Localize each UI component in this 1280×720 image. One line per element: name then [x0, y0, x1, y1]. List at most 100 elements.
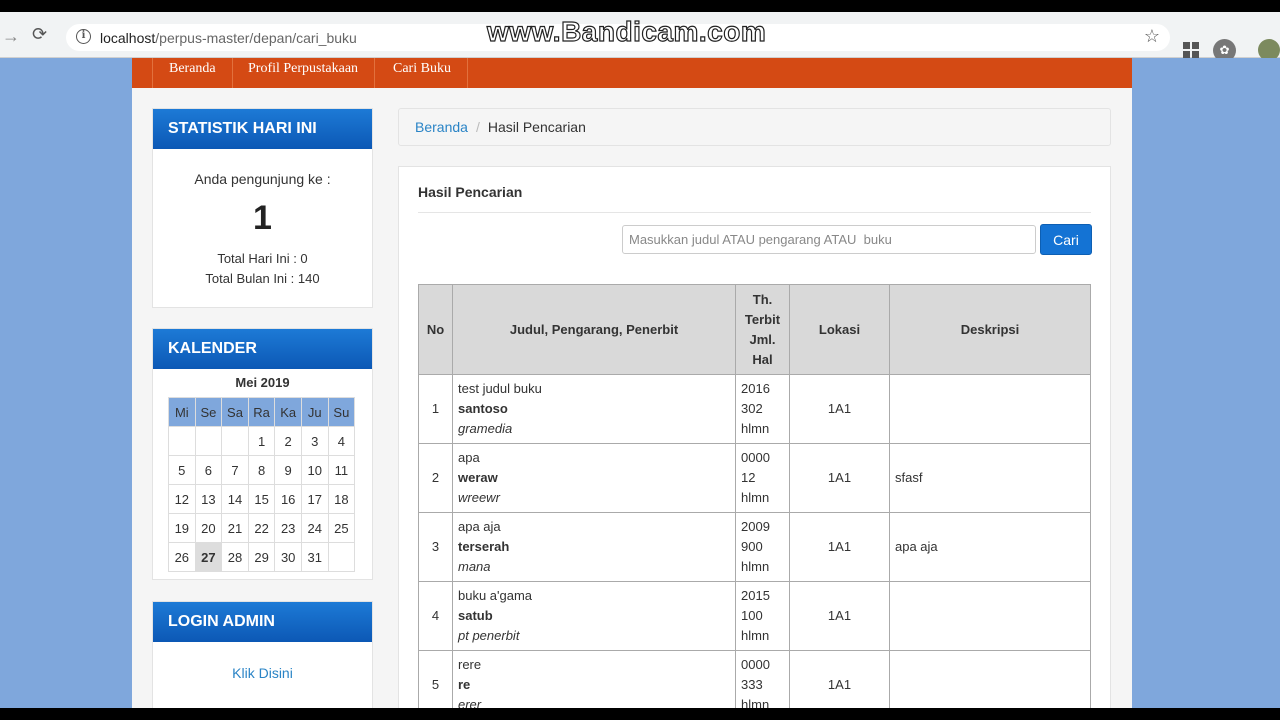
- cell-deskripsi: [889, 581, 1091, 651]
- cell-terbit: 2009 900 hlmn: [735, 512, 790, 582]
- cell-judul: apa aja terserah mana: [452, 512, 736, 582]
- search-input[interactable]: [622, 225, 1036, 254]
- breadcrumb-current: Hasil Pencarian: [487, 119, 586, 135]
- cell-deskripsi: sfasf: [889, 443, 1091, 513]
- book-pages-unit: hlmn: [741, 559, 770, 574]
- url-text[interactable]: localhost/perpus-master/depan/cari_buku: [100, 30, 357, 46]
- table-row: 4 buku a'gama satub pt penerbit 2015 100…: [418, 581, 1091, 651]
- total-month: Total Bulan Ini : 140: [205, 271, 320, 286]
- cell-no: 3: [418, 512, 453, 582]
- panel-title: Hasil Pencarian: [418, 184, 523, 200]
- calendar-day: [168, 426, 196, 456]
- calendar-day: 29: [247, 542, 276, 572]
- login-widget: LOGIN ADMIN Klik Disini: [152, 601, 373, 708]
- book-publisher: wreewr: [458, 490, 500, 505]
- header-terbit: Th. Terbit Jml. Hal: [735, 284, 790, 375]
- visitor-label: Anda pengunjung ke :: [194, 171, 331, 187]
- book-pages: 900: [741, 539, 763, 554]
- calendar-day-header: Mi: [168, 397, 196, 427]
- calendar-day: 16: [274, 484, 302, 514]
- calendar-day: 4: [327, 426, 356, 456]
- calendar-day: 22: [247, 513, 276, 543]
- calendar-day: 5: [168, 455, 196, 485]
- calendar-day: 24: [300, 513, 329, 543]
- calendar-week: 12 13 14 15 16 17 18: [168, 484, 356, 514]
- breadcrumb: Beranda / Hasil Pencarian: [398, 108, 1111, 146]
- book-pages-unit: hlmn: [741, 697, 770, 708]
- stats-widget: STATISTIK HARI INI Anda pengunjung ke : …: [152, 108, 373, 308]
- info-icon[interactable]: i: [76, 29, 91, 44]
- calendar-day: 28: [221, 542, 249, 572]
- cell-deskripsi: [889, 374, 1091, 444]
- visitor-number: 1: [253, 199, 272, 237]
- book-pages-unit: hlmn: [741, 421, 770, 436]
- main-navbar: Beranda Profil Perpustakaan Cari Buku: [132, 58, 1132, 88]
- bookmark-star-icon[interactable]: ☆: [1144, 26, 1160, 47]
- cell-no: 1: [418, 374, 453, 444]
- book-publisher: gramedia: [458, 421, 513, 436]
- calendar-day-header: Ju: [300, 397, 329, 427]
- calendar-grid: Mi Se Sa Ra Ka Ju Su 1234 5 6 7 8 9 10 11 12 13…: [168, 397, 356, 572]
- calendar-title: KALENDER: [153, 329, 372, 369]
- cell-judul: rere re erer: [452, 650, 736, 708]
- apps-grid-icon[interactable]: [1183, 42, 1199, 58]
- book-author: re: [458, 677, 471, 692]
- calendar-day: 14: [221, 484, 249, 514]
- forward-arrow-icon[interactable]: →: [2, 26, 20, 47]
- calendar-day: [221, 426, 249, 456]
- url-path: /perpus-master/depan/cari_buku: [155, 30, 357, 46]
- cell-deskripsi: [889, 650, 1091, 708]
- calendar-day: [194, 426, 223, 456]
- cell-terbit: 2015 100 hlmn: [735, 581, 790, 651]
- calendar-day: 20: [194, 513, 223, 543]
- breadcrumb-home[interactable]: Beranda: [415, 119, 468, 135]
- login-title: LOGIN ADMIN: [153, 602, 372, 642]
- cell-lokasi: 1A1: [789, 374, 890, 444]
- table-header-row: No Judul, Pengarang, Penerbit Th. Terbit…: [418, 284, 1091, 375]
- calendar-day: 18: [327, 484, 356, 514]
- cell-lokasi: 1A1: [789, 443, 890, 513]
- calendar-day: 7: [221, 455, 249, 485]
- reload-icon[interactable]: ⟳: [32, 24, 47, 45]
- screen-top-bar: [0, 0, 1280, 12]
- nav-item-cari-buku[interactable]: Cari Buku: [377, 58, 468, 88]
- cell-lokasi: 1A1: [789, 650, 890, 708]
- cell-lokasi: 1A1: [789, 581, 890, 651]
- screen-bottom-bar: [0, 708, 1280, 720]
- book-pages-unit: hlmn: [741, 490, 770, 505]
- book-year: 0000: [741, 657, 770, 672]
- calendar-widget: KALENDER Mei 2019 Mi Se Sa Ra Ka Ju Su 1…: [152, 328, 373, 580]
- calendar-day: 21: [221, 513, 249, 543]
- table-row: 5 rere re erer 0000 333 hlmn 1A1: [418, 650, 1091, 708]
- cell-terbit: 2016 302 hlmn: [735, 374, 790, 444]
- total-today: Total Hari Ini : 0: [217, 251, 308, 266]
- nav-item-profil[interactable]: Profil Perpustakaan: [232, 58, 376, 88]
- calendar-day: 9: [274, 455, 302, 485]
- calendar-month: Mei 2019: [235, 375, 290, 390]
- table-row: 2 apa weraw wreewr 0000 12 hlmn 1A1 sfas…: [418, 443, 1091, 513]
- nav-item-beranda[interactable]: Beranda: [152, 58, 233, 88]
- book-pages: 302: [741, 401, 763, 416]
- book-title: test judul buku: [458, 381, 542, 396]
- divider: [418, 212, 1091, 213]
- cell-judul: test judul buku santoso gramedia: [452, 374, 736, 444]
- calendar-day-header: Sa: [221, 397, 249, 427]
- login-link[interactable]: Klik Disini: [153, 665, 372, 681]
- cell-no: 5: [418, 650, 453, 708]
- calendar-day: 6: [194, 455, 223, 485]
- header-terbit-line: Hal: [752, 351, 773, 367]
- calendar-day: 2: [274, 426, 302, 456]
- book-year: 2015: [741, 588, 770, 603]
- cell-terbit: 0000 12 hlmn: [735, 443, 790, 513]
- calendar-day-header: Ra: [247, 397, 276, 427]
- header-no: No: [418, 284, 453, 375]
- calendar-day: 23: [274, 513, 302, 543]
- cell-judul: buku a'gama satub pt penerbit: [452, 581, 736, 651]
- bandicam-watermark: www.Bandicam.com: [486, 15, 767, 47]
- header-judul: Judul, Pengarang, Penerbit: [452, 284, 736, 375]
- calendar-day: 3: [300, 426, 329, 456]
- calendar-day: 31: [300, 542, 329, 572]
- calendar-day: 26: [168, 542, 196, 572]
- cell-lokasi: 1A1: [789, 512, 890, 582]
- search-button[interactable]: Cari: [1040, 224, 1092, 255]
